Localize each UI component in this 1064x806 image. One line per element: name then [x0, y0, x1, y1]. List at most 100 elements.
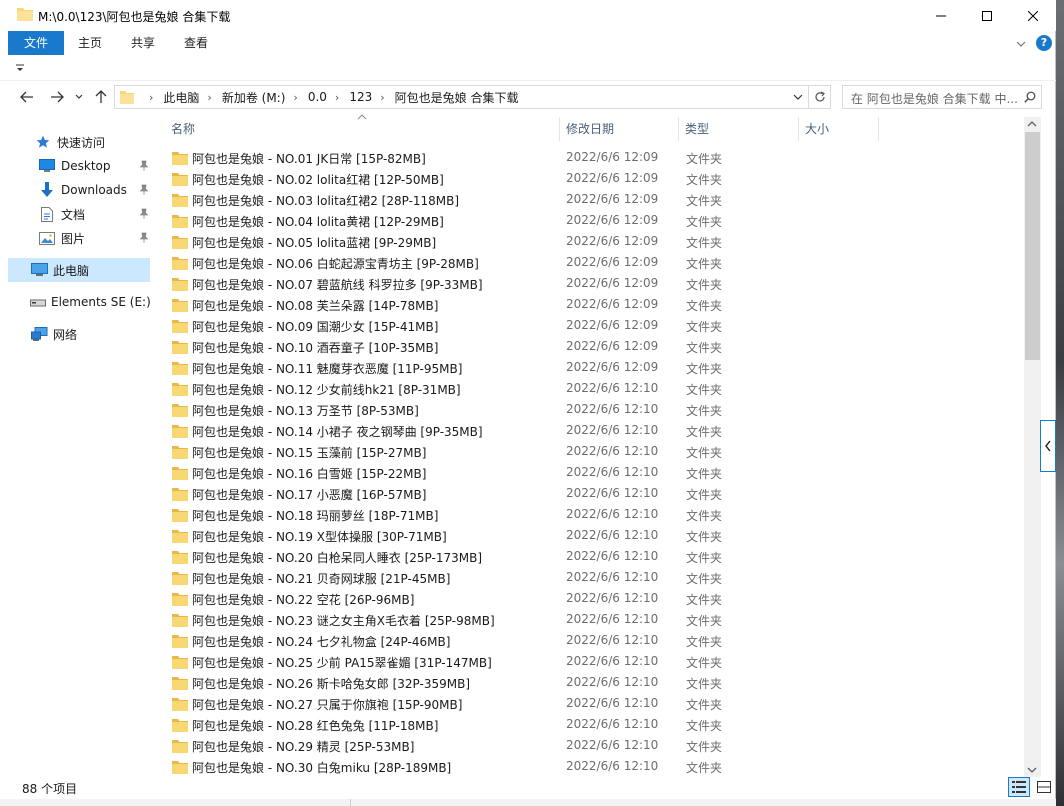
chevron-right-icon[interactable]: › — [293, 91, 297, 104]
table-row[interactable]: 阿包也是兔娘 - NO.09 国潮少女 [15P-41MB] 2022/6/6 1… — [158, 316, 1024, 337]
table-row[interactable]: 阿包也是兔娘 - NO.11 魅魔芽衣恶魔 [11P-95MB] 2022/6/6… — [158, 358, 1024, 379]
table-row[interactable]: 阿包也是兔娘 - NO.17 小恶魔 [16P-57MB] 2022/6/6 12… — [158, 484, 1024, 505]
file-name: 阿包也是兔娘 - NO.13 万圣节 [8P-53MB] — [192, 404, 419, 418]
forward-button[interactable] — [46, 87, 68, 107]
folder-icon — [172, 551, 188, 564]
recent-locations-button[interactable] — [71, 87, 87, 107]
table-row[interactable]: 阿包也是兔娘 - NO.23 谜之女主角X毛衣着 [25P-98MB] 2022/… — [158, 610, 1024, 631]
ribbon-expand-icon[interactable] — [1014, 37, 1028, 51]
maximize-button[interactable] — [964, 0, 1010, 31]
table-row[interactable]: 阿包也是兔娘 - NO.28 红色兔兔 [11P-18MB] 2022/6/6 1… — [158, 715, 1024, 736]
pin-icon[interactable] — [138, 184, 150, 196]
pin-icon[interactable] — [138, 208, 150, 220]
address-bar[interactable]: › 此电脑 › 新加卷 (M:) › 0.0 › 123 › 阿包也是兔娘 合集… — [114, 85, 809, 109]
large-icons-view-button[interactable] — [1034, 777, 1054, 797]
folder-icon — [172, 194, 188, 207]
details-view-button[interactable] — [1008, 777, 1030, 797]
arrow-right-icon — [51, 91, 64, 103]
table-row[interactable]: 阿包也是兔娘 - NO.01 JK日常 [15P-82MB] 2022/6/6 1… — [158, 148, 1024, 169]
scroll-up-icon[interactable] — [1027, 120, 1037, 128]
title-bar[interactable]: M:\0.0\123\阿包也是兔娘 合集下载 — [0, 0, 1056, 31]
column-header-type[interactable]: 类型 — [679, 117, 799, 141]
chevron-right-icon[interactable]: › — [380, 91, 384, 104]
sidebar-item-pictures[interactable]: 图片 — [8, 226, 150, 250]
table-row[interactable]: 阿包也是兔娘 - NO.08 芙兰朵露 [14P-78MB] 2022/6/6 1… — [158, 295, 1024, 316]
minimize-button[interactable] — [918, 0, 964, 31]
help-icon[interactable]: ? — [1036, 35, 1052, 51]
close-button[interactable] — [1010, 0, 1056, 31]
breadcrumb-drive[interactable]: 新加卷 (M:) — [222, 89, 286, 106]
tab-file[interactable]: 文件 — [8, 31, 64, 55]
chevron-right-icon[interactable]: › — [149, 91, 153, 104]
table-row[interactable]: 阿包也是兔娘 - NO.12 少女前线hk21 [8P-31MB] 2022/6/… — [158, 379, 1024, 400]
table-row[interactable]: 阿包也是兔娘 - NO.07 碧蓝航线 科罗拉多 [9P-33MB] 2022/6… — [158, 274, 1024, 295]
folder-icon — [120, 91, 134, 104]
table-row[interactable]: 阿包也是兔娘 - NO.22 空花 [26P-96MB] 2022/6/6 12:… — [158, 589, 1024, 610]
table-row[interactable]: 阿包也是兔娘 - NO.16 白雪姬 [15P-22MB] 2022/6/6 12… — [158, 463, 1024, 484]
chevron-right-icon[interactable]: › — [207, 91, 211, 104]
breadcrumb-current-folder[interactable]: 阿包也是兔娘 合集下载 — [395, 89, 519, 106]
table-row[interactable]: 阿包也是兔娘 - NO.10 酒吞童子 [10P-35MB] 2022/6/6 1… — [158, 337, 1024, 358]
column-header-date-modified[interactable]: 修改日期 — [560, 117, 679, 141]
column-header-size[interactable]: 大小 — [799, 117, 879, 141]
table-row[interactable]: 阿包也是兔娘 - NO.06 白蛇起源宝青坊主 [9P-28MB] 2022/6/… — [158, 253, 1024, 274]
table-row[interactable]: 阿包也是兔娘 - NO.27 只属于你旗袍 [15P-90MB] 2022/6/6… — [158, 694, 1024, 715]
sidebar-item-documents[interactable]: 文档 — [8, 202, 150, 226]
folder-icon — [172, 698, 188, 711]
search-input[interactable]: 在 阿包也是兔娘 合集下载 中... — [842, 85, 1042, 109]
sidebar-item-quick-access[interactable]: 快速访问 — [8, 130, 150, 154]
table-row[interactable]: 阿包也是兔娘 - NO.15 玉藻前 [15P-27MB] 2022/6/6 12… — [158, 442, 1024, 463]
item-count: 88 个项目 — [22, 782, 78, 796]
table-row[interactable]: 阿包也是兔娘 - NO.14 小裙子 夜之钢琴曲 [9P-35MB] 2022/6… — [158, 421, 1024, 442]
folder-icon — [172, 278, 188, 291]
file-date-modified: 2022/6/6 12:10 — [566, 717, 659, 731]
back-button[interactable] — [16, 87, 38, 107]
sidebar-item-downloads[interactable]: Downloads — [8, 178, 150, 202]
table-row[interactable]: 阿包也是兔娘 - NO.04 lolita黄裙 [12P-29MB] 2022/6… — [158, 211, 1024, 232]
table-row[interactable]: 阿包也是兔娘 - NO.25 少前 PA15翠雀媚 [31P-147MB] 202… — [158, 652, 1024, 673]
file-date-modified: 2022/6/6 12:10 — [566, 633, 659, 647]
breadcrumb-this-pc[interactable]: 此电脑 — [163, 89, 199, 106]
pin-icon[interactable] — [138, 232, 150, 244]
up-button[interactable] — [90, 87, 112, 107]
pin-icon[interactable] — [138, 160, 150, 172]
table-row[interactable]: 阿包也是兔娘 - NO.29 精灵 [25P-53MB] 2022/6/6 12:… — [158, 736, 1024, 757]
file-type: 文件夹 — [686, 215, 723, 229]
table-row[interactable]: 阿包也是兔娘 - NO.19 X型体操服 [30P-71MB] 2022/6/6 … — [158, 526, 1024, 547]
file-name: 阿包也是兔娘 - NO.08 芙兰朵露 [14P-78MB] — [192, 299, 439, 313]
column-header-name[interactable]: 名称 — [165, 117, 560, 141]
scrollbar-thumb[interactable] — [1025, 132, 1040, 360]
table-row[interactable]: 阿包也是兔娘 - NO.30 白兔miku [28P-189MB] 2022/6/… — [158, 757, 1024, 776]
customize-toolbar-icon[interactable] — [15, 63, 25, 73]
table-row[interactable]: 阿包也是兔娘 - NO.18 玛丽萝丝 [18P-71MB] 2022/6/6 1… — [158, 505, 1024, 526]
breadcrumb-folder-0-0[interactable]: 0.0 — [308, 90, 327, 104]
sidebar-item-label: Downloads — [61, 183, 127, 197]
folder-icon — [172, 740, 188, 753]
table-row[interactable]: 阿包也是兔娘 - NO.03 lolita红裙2 [28P-118MB] 2022… — [158, 190, 1024, 211]
table-row[interactable]: 阿包也是兔娘 - NO.13 万圣节 [8P-53MB] 2022/6/6 12:… — [158, 400, 1024, 421]
tab-view[interactable]: 查看 — [170, 31, 222, 55]
sidebar-item-this-pc[interactable]: 此电脑 — [8, 258, 150, 282]
tab-home[interactable]: 主页 — [66, 31, 114, 55]
vertical-scrollbar[interactable] — [1024, 117, 1041, 777]
preview-pane-toggle[interactable] — [1040, 420, 1056, 472]
address-history-icon[interactable] — [792, 91, 804, 103]
folder-icon — [172, 299, 188, 312]
table-row[interactable]: 阿包也是兔娘 - NO.02 lolita红裙 [12P-50MB] 2022/6… — [158, 169, 1024, 190]
breadcrumb-folder-123[interactable]: 123 — [349, 90, 372, 104]
table-row[interactable]: 阿包也是兔娘 - NO.26 斯卡哈兔女郎 [32P-359MB] 2022/6/… — [158, 673, 1024, 694]
file-type: 文件夹 — [686, 551, 723, 565]
scroll-down-icon[interactable] — [1027, 766, 1037, 774]
tab-share[interactable]: 共享 — [118, 31, 168, 55]
table-row[interactable]: 阿包也是兔娘 - NO.24 七夕礼物盒 [24P-46MB] 2022/6/6 … — [158, 631, 1024, 652]
sidebar-item-elements-drive[interactable]: Elements SE (E:) — [8, 290, 151, 314]
refresh-button[interactable] — [809, 85, 831, 109]
table-row[interactable]: 阿包也是兔娘 - NO.20 白枪呆同人睡衣 [25P-173MB] 2022/6… — [158, 547, 1024, 568]
file-type: 文件夹 — [686, 341, 723, 355]
chevron-right-icon[interactable]: › — [335, 91, 339, 104]
table-row[interactable]: 阿包也是兔娘 - NO.05 lolita蓝裙 [9P-29MB] 2022/6/… — [158, 232, 1024, 253]
sidebar-item-network[interactable]: 网络 — [8, 322, 150, 346]
file-name: 阿包也是兔娘 - NO.28 红色兔兔 [11P-18MB] — [192, 719, 439, 733]
sidebar-item-desktop[interactable]: Desktop — [8, 154, 150, 178]
table-row[interactable]: 阿包也是兔娘 - NO.21 贝奇网球服 [21P-45MB] 2022/6/6 … — [158, 568, 1024, 589]
